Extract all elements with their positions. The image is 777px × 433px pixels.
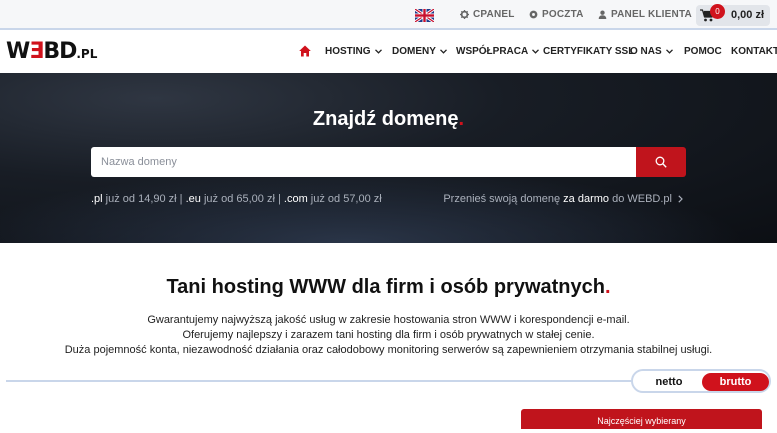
uk-flag-icon[interactable] bbox=[415, 9, 434, 22]
panel-klienta-link[interactable]: PANEL KLIENTA bbox=[598, 9, 692, 20]
most-chosen-badge: Najczęściej wybierany bbox=[521, 409, 762, 429]
description-line: Oferujemy najlepszy i zarazem tani hosti… bbox=[182, 329, 595, 341]
transfer-text: Przenieś swoją domenę za darmo do WEBD.p… bbox=[443, 193, 672, 205]
nav-item-hosting[interactable]: HOSTING bbox=[325, 46, 382, 57]
price-pl: już od 14,90 zł bbox=[102, 193, 177, 205]
transfer-free: za darmo bbox=[563, 193, 610, 205]
transfer-post: do WEBD.pl bbox=[609, 193, 672, 205]
chevron-down-icon bbox=[665, 49, 673, 54]
nav-label: HOSTING bbox=[325, 46, 371, 57]
nav-label: POMOC bbox=[684, 46, 722, 57]
price-separator: | bbox=[176, 193, 186, 205]
transfer-domain-link[interactable]: Przenieś swoją domenę za darmo do WEBD.p… bbox=[443, 193, 683, 205]
domain-search-input[interactable] bbox=[91, 147, 636, 177]
toggle-brutto[interactable]: brutto bbox=[702, 373, 769, 391]
description-line: Gwarantujemy najwyższą jakość usług w za… bbox=[147, 314, 630, 326]
logo-text-accent: Ǝ bbox=[29, 39, 44, 64]
hero-title: Znajdź domenę. bbox=[0, 108, 777, 131]
headline-text: Tani hosting WWW dla firm i osób prywatn… bbox=[166, 276, 605, 298]
nav-item-wspolpraca[interactable]: WSPÓŁPRACA bbox=[456, 46, 540, 57]
section-divider bbox=[6, 380, 632, 382]
hero-title-text: Znajdź domenę bbox=[312, 108, 459, 130]
chevron-right-icon bbox=[678, 195, 683, 203]
headline-dot: . bbox=[604, 276, 611, 298]
nav-item-certyfikaty-ssl[interactable]: CERTYFIKATY SSL bbox=[543, 46, 634, 57]
cpanel-link[interactable]: CPANEL bbox=[460, 9, 515, 20]
logo-text: BD bbox=[43, 39, 77, 64]
cart-count-badge: 0 bbox=[710, 4, 725, 19]
price-separator: | bbox=[274, 193, 284, 205]
tld-pl: .pl bbox=[91, 193, 103, 205]
nav-item-kontakt[interactable]: KONTAKT bbox=[731, 46, 777, 57]
price-com: już od 57,00 zł bbox=[307, 193, 382, 205]
toggle-netto[interactable]: netto bbox=[637, 373, 701, 391]
webd-logo[interactable]: WƎBD.PL bbox=[6, 39, 97, 64]
hero-title-dot: . bbox=[458, 108, 465, 130]
nav-item-o-nas[interactable]: O NAS bbox=[630, 46, 673, 57]
chevron-down-icon bbox=[439, 49, 447, 54]
cart-total: 0,00 zł bbox=[731, 9, 765, 21]
domain-prices: .pl już od 14,90 zł | .eu już od 65,00 z… bbox=[91, 193, 382, 205]
domain-search-button[interactable] bbox=[636, 147, 686, 177]
page-headline: Tani hosting WWW dla firm i osób prywatn… bbox=[0, 276, 777, 299]
nav-label: KONTAKT bbox=[731, 46, 777, 57]
cpanel-label: CPANEL bbox=[473, 9, 515, 20]
main-nav: WƎBD.PL HOSTING DOMENY WSPÓŁPRACA CERTYF… bbox=[0, 32, 777, 73]
panel-klienta-label: PANEL KLIENTA bbox=[611, 9, 692, 20]
nav-label: O NAS bbox=[630, 46, 662, 57]
tld-com: .com bbox=[283, 193, 308, 205]
description-line: Duża pojemność konta, niezawodność dział… bbox=[64, 344, 713, 356]
logo-suffix: .PL bbox=[76, 47, 98, 61]
top-bar: CPANEL POCZTA PANEL KLIENTA 0 0,00 zł bbox=[0, 0, 777, 30]
nav-label: WSPÓŁPRACA bbox=[456, 46, 529, 57]
nav-label: CERTYFIKATY SSL bbox=[543, 46, 635, 57]
user-icon bbox=[598, 10, 607, 19]
tld-eu: .eu bbox=[185, 193, 201, 205]
price-eu: już od 65,00 zł bbox=[200, 193, 275, 205]
price-mode-toggle[interactable]: netto brutto bbox=[631, 369, 771, 393]
transfer-pre: Przenieś swoją domenę bbox=[443, 193, 564, 205]
nav-item-domeny[interactable]: DOMENY bbox=[392, 46, 447, 57]
gear-icon bbox=[460, 10, 469, 19]
home-icon[interactable] bbox=[299, 45, 311, 57]
nav-label: DOMENY bbox=[392, 46, 436, 57]
logo-text: W bbox=[6, 39, 30, 64]
search-icon bbox=[655, 156, 667, 168]
chevron-down-icon bbox=[532, 49, 540, 54]
chevron-down-icon bbox=[374, 49, 382, 54]
nav-item-pomoc[interactable]: POMOC bbox=[684, 46, 722, 57]
at-icon bbox=[529, 10, 538, 19]
cart-button[interactable]: 0 0,00 zł bbox=[696, 4, 770, 26]
poczta-link[interactable]: POCZTA bbox=[529, 9, 584, 20]
domain-search-hero: Znajdź domenę. .pl już od 14,90 zł | .eu… bbox=[0, 73, 777, 243]
poczta-label: POCZTA bbox=[542, 9, 584, 20]
